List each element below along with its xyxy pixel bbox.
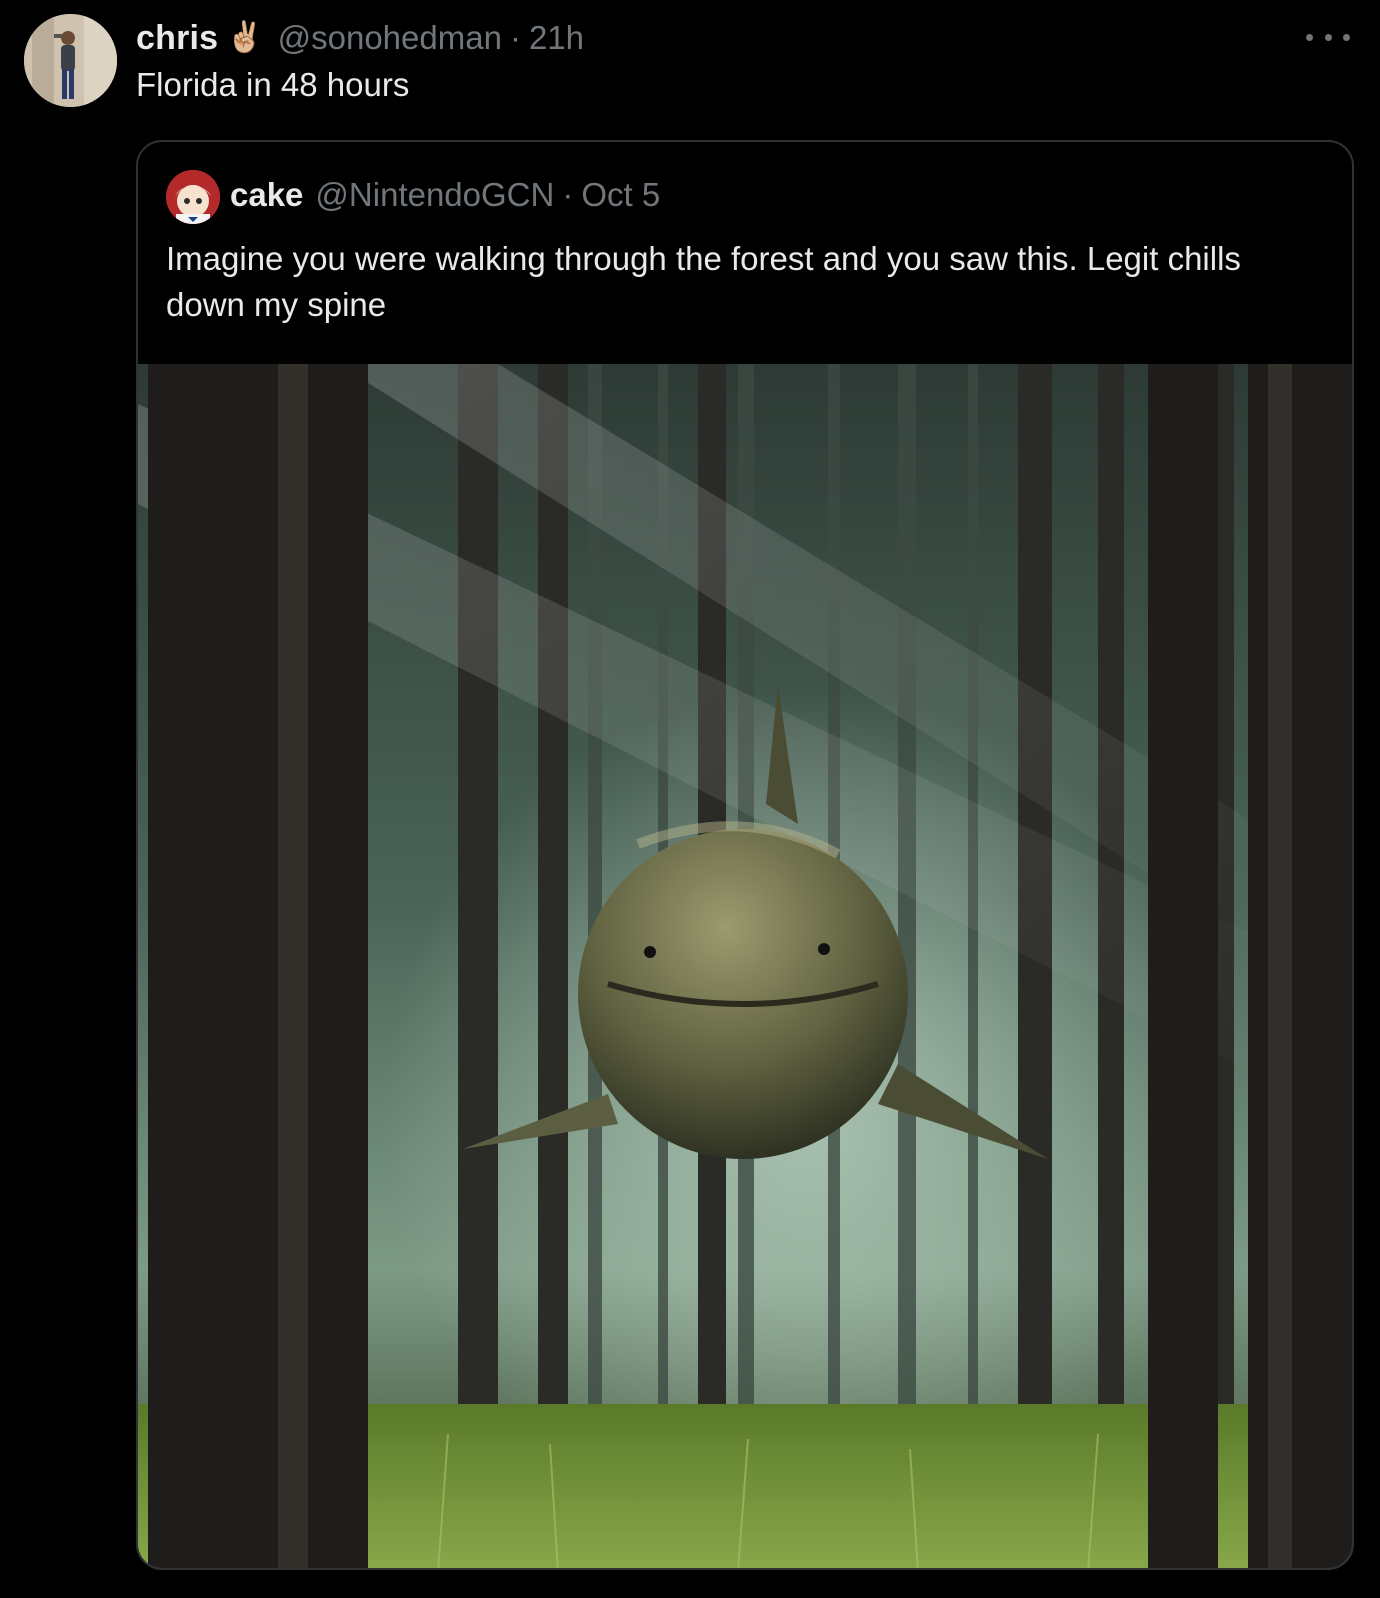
quoted-user-handle[interactable]: @NintendoGCN (315, 176, 554, 214)
peace-sign-emoji: ✌🏼 (226, 21, 264, 54)
shark-in-forest-image-icon (138, 364, 1352, 1568)
quoted-tweet-text: Imagine you were walking through the for… (166, 240, 1241, 323)
more-options-button[interactable] (1306, 22, 1350, 52)
tweet[interactable]: chris ✌🏼 @sonohedman · 21h Florida in 48… (0, 0, 1380, 1598)
display-name[interactable]: chris (136, 19, 218, 58)
quoted-user-avatar[interactable] (166, 170, 220, 224)
separator-dot: · (509, 19, 521, 56)
user-avatar[interactable] (24, 14, 117, 107)
tweet-timestamp[interactable]: 21h (529, 19, 584, 57)
quoted-tweet-header: cake @NintendoGCN · Oct 5 (230, 176, 660, 214)
quoted-separator-dot: · (562, 176, 574, 213)
more-options-icon (1306, 33, 1313, 41)
quoted-tweet[interactable]: cake @NintendoGCN · Oct 5 Imagine you we… (136, 140, 1354, 1570)
quoted-tweet-timestamp[interactable]: Oct 5 (581, 176, 660, 214)
user-avatar-photo-icon (24, 14, 117, 107)
anime-character-avatar-icon (166, 170, 220, 224)
tweet-header: chris ✌🏼 @sonohedman · 21h (136, 16, 584, 60)
quoted-tweet-media[interactable] (138, 364, 1352, 1568)
tweet-text: Florida in 48 hours (136, 66, 410, 103)
user-handle[interactable]: @sonohedman (278, 19, 502, 57)
quoted-display-name[interactable]: cake (230, 176, 303, 214)
